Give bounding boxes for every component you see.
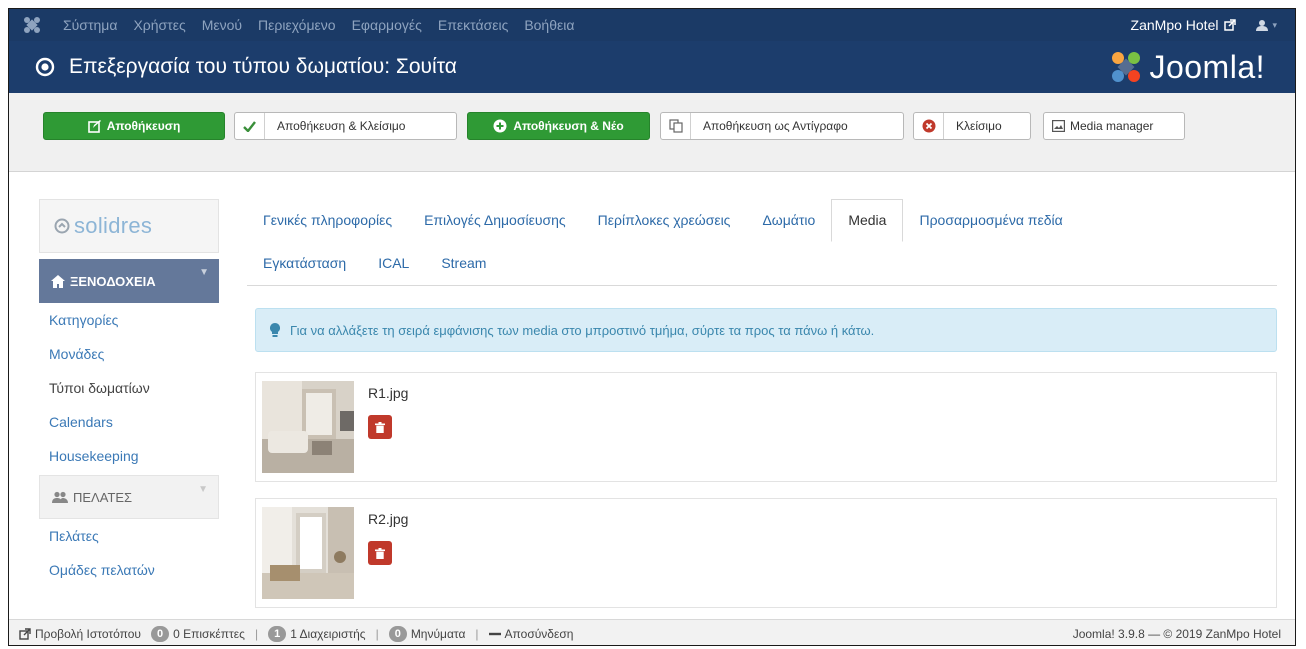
- messages-status[interactable]: 0 Μηνύματα: [388, 625, 476, 642]
- image-icon: [1052, 120, 1065, 132]
- tab-stream[interactable]: Stream: [425, 243, 502, 285]
- main-content: Γενικές πληροφορίες Επιλογές Δημοσίευσης…: [247, 199, 1277, 608]
- sidebar-customers-list: Πελάτες Ομάδες πελατών: [39, 519, 219, 587]
- caret-down-icon: ▾: [1272, 19, 1277, 30]
- sidebar-item-units[interactable]: Μονάδες: [49, 337, 219, 371]
- tab-custom-fields[interactable]: Προσαρμοσμένα πεδία: [903, 199, 1078, 242]
- divider: |: [475, 626, 479, 641]
- media-filename: R1.jpg: [368, 385, 409, 401]
- close-button[interactable]: Κλείσιμο: [913, 112, 1031, 140]
- sidebar-hotels-list: Κατηγορίες Μονάδες Τύποι δωματίων Calend…: [39, 303, 219, 473]
- save-close-button[interactable]: Αποθήκευση & Κλείσιμο: [234, 112, 457, 140]
- trash-icon: [375, 547, 385, 559]
- media-manager-button[interactable]: Media manager: [1043, 112, 1185, 140]
- tab-room[interactable]: Δωμάτιο: [746, 199, 831, 242]
- sidebar-item-room-types[interactable]: Τύποι δωματίων: [49, 371, 219, 405]
- save-copy-button[interactable]: Αποθήκευση ως Αντίγραφο: [660, 112, 904, 140]
- lightbulb-icon: [270, 323, 280, 337]
- sidebar: solidres ΞΕΝΟΔΟΧΕΙΑ ▼ Κατηγορίες Μονάδες…: [39, 199, 219, 587]
- admins-badge: 1: [268, 625, 287, 642]
- sidebar-item-housekeeping[interactable]: Housekeeping: [49, 439, 219, 473]
- users-icon: [52, 491, 68, 503]
- menu-components[interactable]: Εφαρμογές: [344, 9, 430, 41]
- save-button[interactable]: Αποθήκευση: [43, 112, 225, 140]
- solidres-logo: solidres: [39, 199, 219, 253]
- solidres-icon: [54, 218, 70, 234]
- delete-button[interactable]: [368, 541, 392, 565]
- tab-bar: Γενικές πληροφορίες Επιλογές Δημοσίευσης…: [247, 199, 1277, 286]
- sidebar-section-hotels[interactable]: ΞΕΝΟΔΟΧΕΙΑ ▼: [39, 259, 219, 303]
- check-icon: [235, 113, 265, 139]
- menu-help[interactable]: Βοήθεια: [516, 9, 582, 41]
- tab-publishing[interactable]: Επιλογές Δημοσίευσης: [408, 199, 582, 242]
- joomla-wordmark: Joomla!: [1149, 48, 1265, 85]
- visitors-status[interactable]: 0 0 Επισκέπτες: [150, 625, 255, 642]
- status-bar: Προβολή Ιστοτόπου 0 0 Επισκέπτες | 1 1 Δ…: [9, 619, 1295, 645]
- trash-icon: [375, 421, 385, 433]
- copy-icon: [661, 113, 691, 139]
- joomla-logo-icon: [1112, 52, 1141, 82]
- alert-text: Για να αλλάξετε τη σειρά εμφάνισης των m…: [290, 322, 875, 338]
- admins-status[interactable]: 1 1 Διαχειριστής: [268, 625, 376, 642]
- divider: |: [254, 626, 259, 641]
- divider: |: [375, 626, 379, 641]
- external-link-icon: [1224, 19, 1237, 31]
- info-alert: Για να αλλάξετε τη σειρά εμφάνισης των m…: [255, 308, 1277, 352]
- site-name: ZanMpo Hotel: [1130, 17, 1219, 33]
- admin-window: Σύστημα Χρήστες Μενού Περιεχόμενο Εφαρμο…: [8, 8, 1296, 646]
- delete-button[interactable]: [368, 415, 392, 439]
- sidebar-item-calendars[interactable]: Calendars: [49, 405, 219, 439]
- minus-icon: [488, 632, 501, 635]
- external-link-icon: [19, 627, 31, 640]
- sidebar-item-customer-groups[interactable]: Ομάδες πελατών: [49, 553, 219, 587]
- joomla-icon[interactable]: [9, 9, 55, 41]
- main-menu: Σύστημα Χρήστες Μενού Περιεχόμενο Εφαρμο…: [55, 9, 582, 41]
- media-item[interactable]: R2.jpg: [255, 498, 1277, 608]
- home-icon: [51, 274, 65, 288]
- tab-row-1: Γενικές πληροφορίες Επιλογές Δημοσίευσης…: [247, 199, 1277, 242]
- menu-system[interactable]: Σύστημα: [55, 9, 125, 41]
- page-header: Επεξεργασία του τύπου δωματίου: Σουίτα J…: [9, 41, 1295, 93]
- menu-extensions[interactable]: Επεκτάσεις: [430, 9, 516, 41]
- version-info: Joomla! 3.9.8 — © 2019 ZanMpo Hotel: [1072, 626, 1281, 641]
- top-navbar: Σύστημα Χρήστες Μενού Περιεχόμενο Εφαρμο…: [9, 9, 1295, 41]
- view-site-link[interactable]: Προβολή Ιστοτόπου: [19, 627, 151, 641]
- logout-link[interactable]: Αποσύνδεση: [488, 627, 584, 641]
- menu-users[interactable]: Χρήστες: [125, 9, 193, 41]
- joomla-brand: Joomla!: [1109, 49, 1295, 86]
- sidebar-section-customers[interactable]: ΠΕΛΑΤΕΣ ▼: [39, 475, 219, 519]
- edit-icon: [87, 119, 101, 133]
- tab-row-2: Εγκατάσταση ICAL Stream: [247, 242, 1277, 285]
- toolbar: Αποθήκευση Αποθήκευση & Κλείσιμο Αποθήκε…: [9, 93, 1295, 172]
- close-circle-icon: [914, 113, 944, 139]
- visitors-badge: 0: [150, 625, 170, 642]
- user-icon: [1256, 20, 1269, 31]
- tab-setup[interactable]: Εγκατάσταση: [247, 243, 362, 285]
- page-title: Επεξεργασία του τύπου δωματίου: Σουίτα: [69, 55, 457, 78]
- media-thumbnail: [262, 507, 354, 599]
- caret-down-icon: ▼: [199, 267, 209, 278]
- site-link[interactable]: ZanMpo Hotel: [1131, 17, 1257, 33]
- tab-general[interactable]: Γενικές πληροφορίες: [247, 199, 408, 242]
- tab-media[interactable]: Media: [831, 199, 904, 242]
- media-filename: R2.jpg: [368, 511, 409, 527]
- media-thumbnail: [262, 381, 354, 473]
- user-menu[interactable]: ▾: [1256, 19, 1295, 31]
- sidebar-item-customers[interactable]: Πελάτες: [49, 519, 219, 553]
- messages-badge: 0: [388, 625, 407, 642]
- caret-down-icon: ▼: [198, 484, 208, 495]
- radio-icon: [35, 57, 55, 77]
- save-new-button[interactable]: Αποθήκευση & Νέο: [467, 112, 650, 140]
- media-item[interactable]: R1.jpg: [255, 372, 1277, 482]
- menu-content[interactable]: Περιεχόμενο: [250, 9, 344, 41]
- plus-circle-icon: [493, 119, 507, 133]
- tab-complex-tariffs[interactable]: Περίπλοκες χρεώσεις: [582, 199, 747, 242]
- menu-menus[interactable]: Μενού: [194, 9, 250, 41]
- sidebar-item-categories[interactable]: Κατηγορίες: [49, 303, 219, 337]
- tab-ical[interactable]: ICAL: [362, 243, 425, 285]
